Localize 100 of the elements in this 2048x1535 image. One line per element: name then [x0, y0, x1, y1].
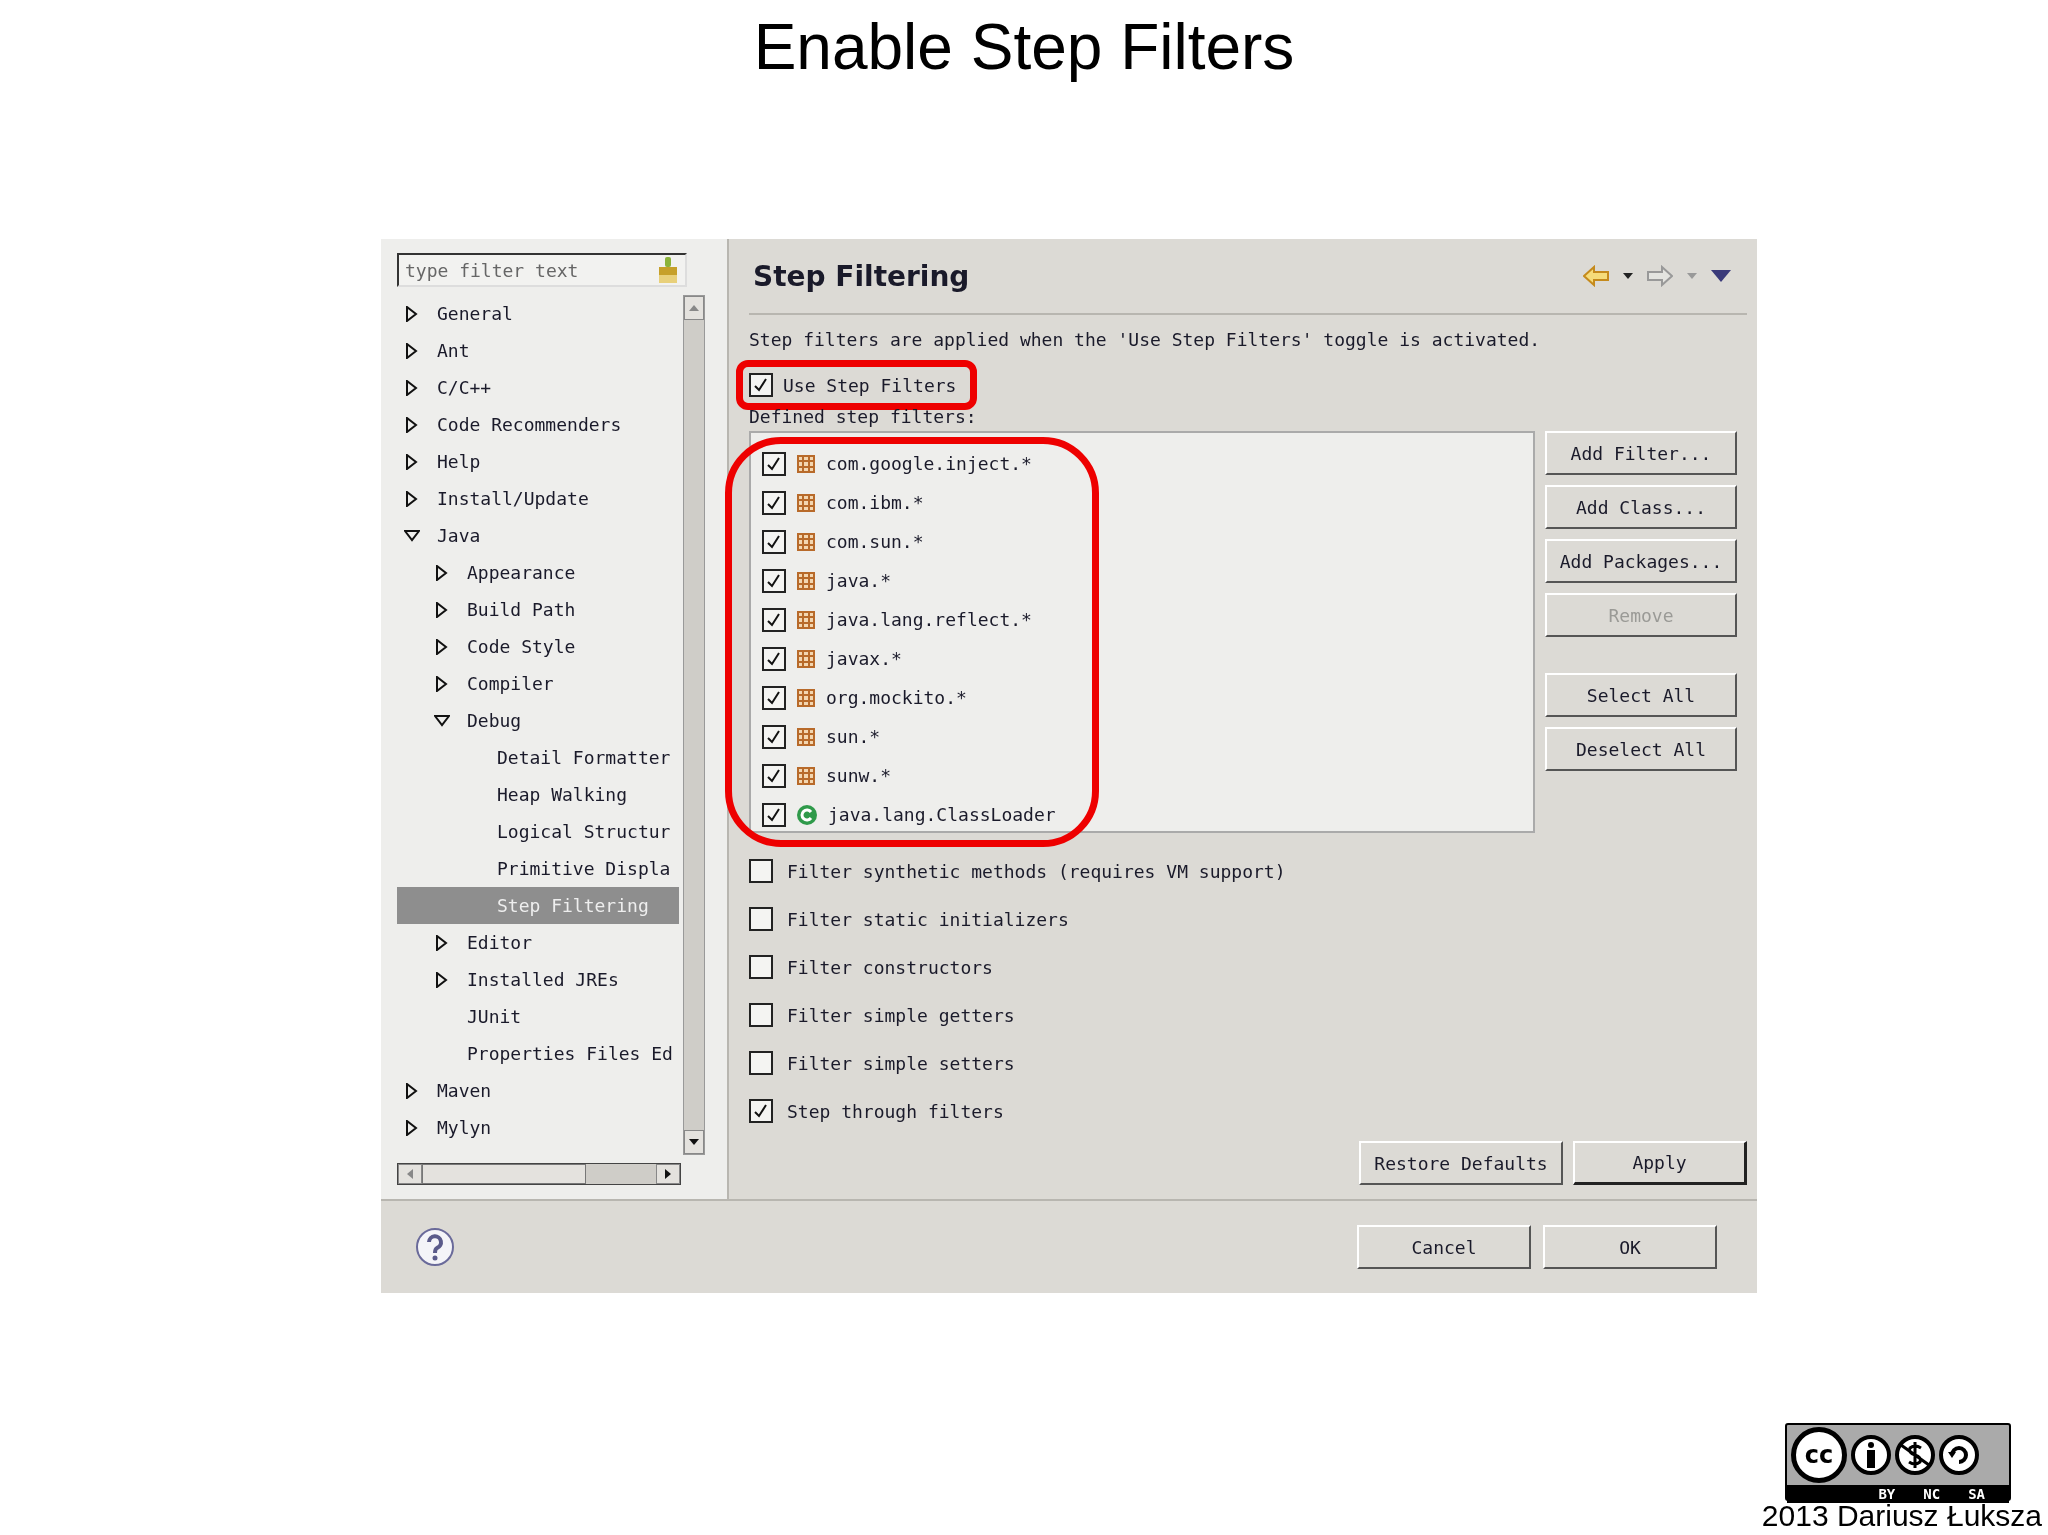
- expand-triangle-icon[interactable]: [436, 564, 448, 581]
- package-icon: [796, 492, 816, 513]
- dropdown-caret-icon[interactable]: [1623, 273, 1633, 279]
- checkbox[interactable]: [762, 568, 786, 593]
- checkbox[interactable]: [762, 802, 786, 827]
- checkbox[interactable]: [749, 1051, 773, 1075]
- checkbox[interactable]: [762, 685, 786, 710]
- checkbox[interactable]: [749, 373, 773, 397]
- dialog-button[interactable]: Cancel: [1357, 1225, 1531, 1269]
- tree-item-label: General: [437, 303, 513, 324]
- checkbox[interactable]: [762, 763, 786, 788]
- view-menu-icon[interactable]: [1711, 270, 1731, 282]
- tree-item-label: Code Recommenders: [437, 414, 622, 435]
- tree-item-label: Appearance: [467, 562, 576, 583]
- checkbox[interactable]: [762, 451, 786, 476]
- tree-item[interactable]: Code Style: [397, 628, 679, 665]
- expand-triangle-icon[interactable]: [436, 601, 448, 618]
- filter-name: java.lang.reflect.*: [826, 609, 1032, 630]
- checkbox[interactable]: [749, 907, 773, 931]
- tree-item-label: C/C++: [437, 377, 492, 398]
- tree-item[interactable]: Help: [397, 443, 679, 480]
- tree-item[interactable]: Mylyn: [397, 1109, 679, 1146]
- expand-triangle-icon[interactable]: [436, 675, 448, 692]
- page-button[interactable]: Restore Defaults: [1359, 1141, 1563, 1185]
- side-button[interactable]: Add Class...: [1545, 485, 1737, 529]
- checkbox[interactable]: [749, 1099, 773, 1123]
- side-button[interactable]: Deselect All: [1545, 727, 1737, 771]
- tree-item[interactable]: Appearance: [397, 554, 679, 591]
- expand-triangle-icon[interactable]: [406, 379, 418, 396]
- tree-item[interactable]: Heap Walking: [397, 776, 679, 813]
- tree-item[interactable]: Java: [397, 517, 679, 554]
- tree-item[interactable]: Detail Formatter: [397, 739, 679, 776]
- expand-triangle-icon[interactable]: [406, 1119, 418, 1136]
- tree-item-label: Mylyn: [437, 1117, 492, 1138]
- expand-triangle-icon[interactable]: [406, 1082, 418, 1099]
- filter-field[interactable]: type filter text: [397, 253, 687, 287]
- filter-name: com.google.inject.*: [826, 453, 1032, 474]
- tree-item[interactable]: General: [397, 295, 679, 332]
- checkbox[interactable]: [762, 607, 786, 632]
- filter-name: java.*: [826, 570, 892, 591]
- horizontal-scrollbar[interactable]: [397, 1163, 681, 1185]
- checkbox[interactable]: [749, 1003, 773, 1027]
- checkbox[interactable]: [762, 490, 786, 515]
- filter-name: com.ibm.*: [826, 492, 924, 513]
- tree-item[interactable]: Install/Update: [397, 480, 679, 517]
- package-icon: [796, 609, 816, 630]
- tree-item[interactable]: Maven: [397, 1072, 679, 1109]
- filter-name: java.lang.ClassLoader: [828, 804, 1056, 825]
- dialog-button[interactable]: OK: [1543, 1225, 1717, 1269]
- filter-name: org.mockito.*: [826, 687, 967, 708]
- expand-triangle-icon[interactable]: [406, 490, 418, 507]
- tree-item[interactable]: Primitive Displa: [397, 850, 679, 887]
- checkbox[interactable]: [749, 859, 773, 883]
- scroll-down-arrow-icon[interactable]: [689, 1139, 699, 1145]
- checkbox[interactable]: [762, 529, 786, 554]
- vertical-scrollbar[interactable]: [683, 295, 705, 1155]
- scroll-right-arrow-icon[interactable]: [665, 1169, 671, 1179]
- section-label: Defined step filters:: [749, 406, 978, 427]
- scroll-up-arrow-icon[interactable]: [689, 305, 699, 311]
- tree-item[interactable]: Ant: [397, 332, 679, 369]
- tree-item[interactable]: Properties Files Ed: [397, 1035, 679, 1072]
- package-icon: [796, 570, 816, 591]
- filter-name: javax.*: [826, 648, 902, 669]
- tree-item[interactable]: Compiler: [397, 665, 679, 702]
- expand-triangle-icon[interactable]: [436, 971, 448, 988]
- tree-item[interactable]: C/C++: [397, 369, 679, 406]
- side-button[interactable]: Select All: [1545, 673, 1737, 717]
- tree-item[interactable]: Editor: [397, 924, 679, 961]
- option-label: Filter simple setters: [787, 1052, 1015, 1074]
- tree-item[interactable]: Code Recommenders: [397, 406, 679, 443]
- collapse-triangle-icon[interactable]: [404, 529, 420, 542]
- expand-triangle-icon[interactable]: [406, 305, 418, 322]
- checkbox[interactable]: [762, 724, 786, 749]
- collapse-triangle-icon[interactable]: [434, 714, 450, 727]
- tree-item[interactable]: Debug: [397, 702, 679, 739]
- checkbox[interactable]: [762, 646, 786, 671]
- tree-item-label: Maven: [437, 1080, 492, 1101]
- tree-item[interactable]: Logical Structur: [397, 813, 679, 850]
- page-button[interactable]: Apply: [1573, 1141, 1747, 1185]
- tree-item[interactable]: Installed JREs: [397, 961, 679, 998]
- checkbox[interactable]: [749, 955, 773, 979]
- option-label: Step through filters: [787, 1100, 1004, 1122]
- tree-item-label: Build Path: [467, 599, 576, 620]
- expand-triangle-icon[interactable]: [436, 934, 448, 951]
- option-label: Filter static initializers: [787, 908, 1069, 930]
- help-icon[interactable]: [415, 1227, 455, 1267]
- expand-triangle-icon[interactable]: [406, 416, 418, 433]
- side-button[interactable]: Add Packages...: [1545, 539, 1737, 583]
- expand-triangle-icon[interactable]: [436, 638, 448, 655]
- expand-triangle-icon[interactable]: [406, 453, 418, 470]
- scroll-left-arrow-icon[interactable]: [407, 1169, 413, 1179]
- tree-item[interactable]: Build Path: [397, 591, 679, 628]
- tree-item-label: Compiler: [467, 673, 554, 694]
- side-button[interactable]: Add Filter...: [1545, 431, 1737, 475]
- expand-triangle-icon[interactable]: [406, 342, 418, 359]
- tree-item-label: Installed JREs: [467, 969, 619, 990]
- class-icon: [796, 803, 818, 826]
- tree-item[interactable]: JUnit: [397, 998, 679, 1035]
- option-label: Filter synthetic methods (requires VM support): [787, 860, 1286, 882]
- filter-name: com.sun.*: [826, 531, 924, 552]
